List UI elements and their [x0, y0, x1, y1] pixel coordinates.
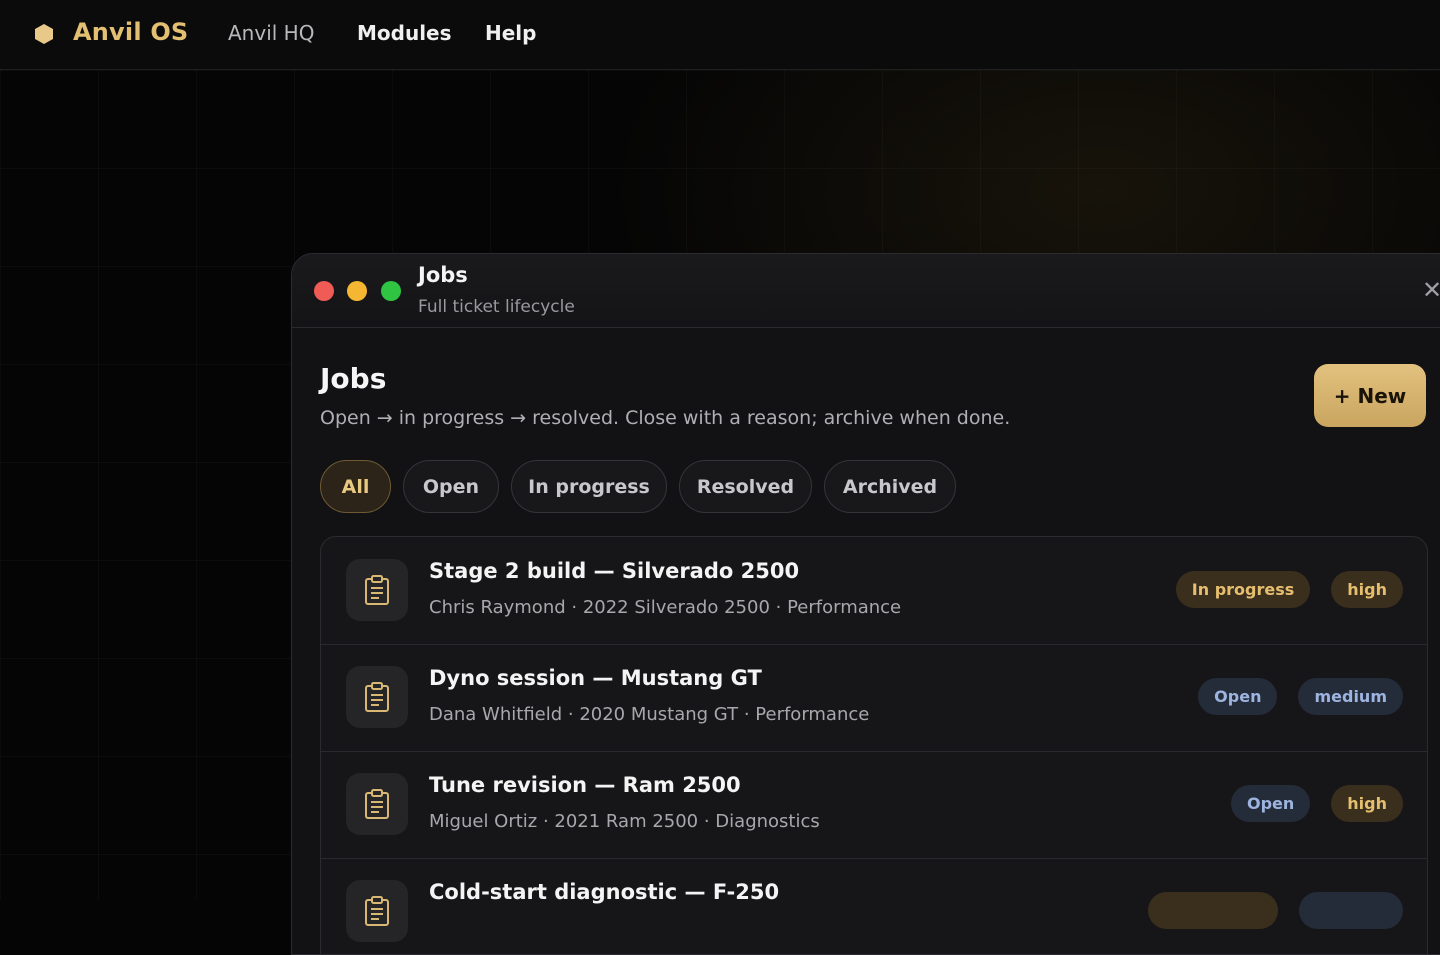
priority-badge: high [1331, 785, 1403, 822]
job-badges: In progress high [1175, 571, 1403, 608]
status-badge: Open [1198, 678, 1278, 715]
status-badge: In progress [1175, 571, 1311, 608]
window-title: Jobs [418, 263, 468, 287]
job-meta: Chris Raymond · 2022 Silverado 2500 · Pe… [429, 597, 902, 618]
clipboard-icon [346, 666, 408, 728]
job-title: Tune revision — Ram 2500 [429, 773, 741, 797]
clipboard-icon [346, 880, 408, 942]
window-subtitle: Full ticket lifecycle [418, 297, 575, 317]
nav-modules[interactable]: Modules [357, 21, 452, 45]
job-title: Stage 2 build — Silverado 2500 [429, 559, 800, 583]
close-icon[interactable]: ✕ [1422, 276, 1440, 304]
job-row[interactable]: Stage 2 build — Silverado 2500 Chris Ray… [321, 537, 1427, 645]
window-titlebar: Jobs Full ticket lifecycle ✕ [292, 254, 1440, 328]
filter-resolved[interactable]: Resolved [679, 460, 812, 513]
job-row[interactable]: Tune revision — Ram 2500 Miguel Ortiz · … [321, 751, 1427, 859]
job-title: Cold-start diagnostic — F-250 [429, 880, 780, 904]
job-meta: Dana Whitfield · 2020 Mustang GT · Perfo… [429, 704, 870, 725]
status-badge: Open [1230, 785, 1311, 822]
job-meta: Miguel Ortiz · 2021 Ram 2500 · Diagnosti… [429, 811, 820, 832]
window-minimize-dot[interactable] [347, 281, 367, 301]
priority-badge [1299, 892, 1403, 929]
job-badges: Open medium [1198, 678, 1403, 715]
brand-name[interactable]: Anvil OS [73, 18, 188, 46]
new-job-button[interactable]: + New [1314, 364, 1426, 427]
filter-all[interactable]: All [320, 460, 391, 513]
filter-in-progress[interactable]: In progress [511, 460, 667, 513]
job-row[interactable]: Cold-start diagnostic — F-250 [321, 858, 1427, 954]
window-maximize-dot[interactable] [381, 281, 401, 301]
jobs-list: Stage 2 build — Silverado 2500 Chris Ray… [320, 536, 1428, 954]
status-badge [1148, 892, 1278, 929]
clipboard-icon [346, 559, 408, 621]
priority-badge: high [1331, 571, 1403, 608]
clipboard-icon [346, 773, 408, 835]
job-title: Dyno session — Mustang GT [429, 666, 762, 690]
top-navigation-bar: Anvil OS Anvil HQ Modules Help [0, 0, 1440, 70]
hexagon-logo-icon [35, 24, 53, 44]
nav-anvil-hq[interactable]: Anvil HQ [228, 21, 314, 45]
nav-help[interactable]: Help [485, 21, 536, 45]
jobs-window: Jobs Full ticket lifecycle ✕ Jobs Open →… [291, 253, 1440, 955]
job-badges: Open high [1230, 785, 1403, 822]
page-description: Open → in progress → resolved. Close wit… [320, 407, 1011, 429]
priority-badge: medium [1298, 678, 1403, 715]
filter-open[interactable]: Open [403, 460, 499, 513]
window-close-dot[interactable] [314, 281, 334, 301]
job-row[interactable]: Dyno session — Mustang GT Dana Whitfield… [321, 644, 1427, 752]
filter-archived[interactable]: Archived [824, 460, 956, 513]
job-badges [1148, 892, 1403, 929]
page-title: Jobs [320, 362, 387, 395]
